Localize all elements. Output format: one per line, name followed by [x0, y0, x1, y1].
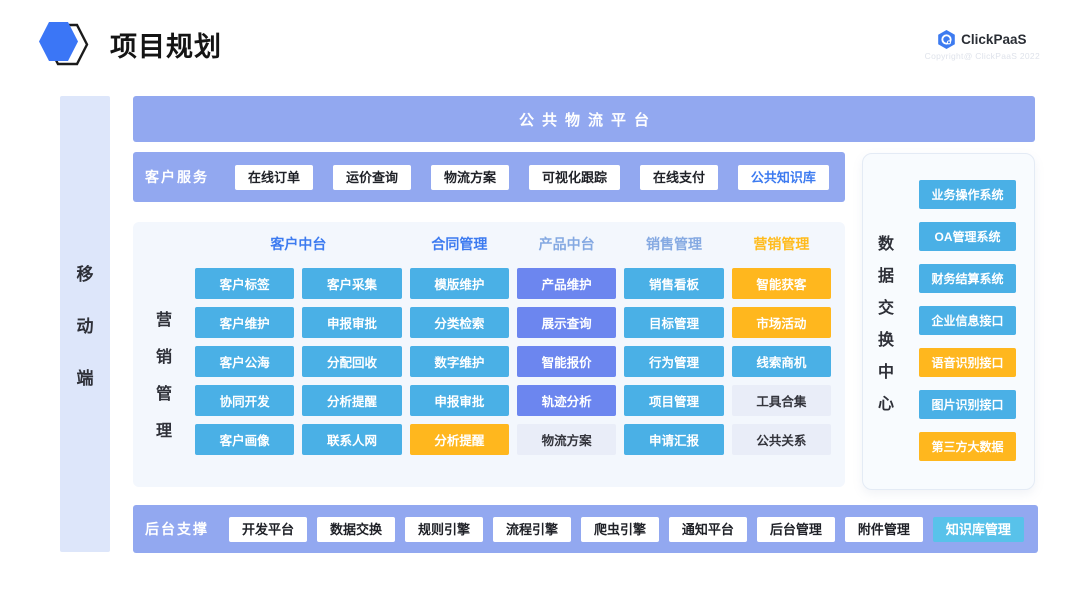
module-cell[interactable]: 客户画像 [195, 424, 294, 455]
matrix-column-header: 营销管理 [732, 234, 831, 254]
marketing-matrix-panel: 营销管理 客户中台合同管理产品中台销售管理营销管理 客户标签客户采集模版维护产品… [133, 222, 845, 487]
matrix-column-header: 产品中台 [517, 234, 616, 254]
backend-chip[interactable]: 爬虫引擎 [581, 517, 659, 542]
module-cell[interactable]: 线索商机 [732, 346, 831, 377]
backend-chip[interactable]: 附件管理 [845, 517, 923, 542]
matrix-grid: 客户标签客户采集模版维护产品维护销售看板智能获客客户维护申报审批分类检索展示查询… [195, 268, 831, 455]
backend-support-bar: 后台支撑 开发平台数据交换规则引擎流程引擎爬虫引擎通知平台后台管理附件管理知识库… [133, 505, 1038, 553]
customer-service-chip[interactable]: 在线订单 [235, 165, 313, 190]
page-title: 项目规划 [110, 25, 222, 64]
data-exchange-cell[interactable]: OA管理系统 [919, 222, 1016, 251]
module-cell[interactable]: 客户标签 [195, 268, 294, 299]
module-cell[interactable]: 物流方案 [517, 424, 616, 455]
page: 项目规划 ClickPaaS Copyright@ ClickPaaS 2022… [0, 0, 1080, 608]
brand-name: ClickPaaS [961, 32, 1026, 47]
banner-title: 公共物流平台 [511, 109, 657, 130]
brand-block: ClickPaaS Copyright@ ClickPaaS 2022 [925, 30, 1040, 61]
hexagon-logo-icon [36, 20, 90, 68]
module-cell[interactable]: 协同开发 [195, 385, 294, 416]
data-exchange-cell[interactable]: 第三方大数据 [919, 432, 1016, 461]
data-exchange-cell[interactable]: 财务结算系统 [919, 264, 1016, 293]
module-cell[interactable]: 联系人网 [302, 424, 401, 455]
module-cell[interactable]: 分析提醒 [302, 385, 401, 416]
backend-chip[interactable]: 流程引擎 [493, 517, 571, 542]
module-cell[interactable]: 客户维护 [195, 307, 294, 338]
app-title-block: 项目规划 [36, 20, 222, 68]
module-cell[interactable]: 客户公海 [195, 346, 294, 377]
customer-service-chip[interactable]: 运价查询 [333, 165, 411, 190]
module-cell[interactable]: 市场活动 [732, 307, 831, 338]
customer-service-bar: 客户服务 在线订单运价查询物流方案可视化跟踪在线支付公共知识库 [133, 152, 845, 202]
module-cell[interactable]: 分配回收 [302, 346, 401, 377]
brand-copyright: Copyright@ ClickPaaS 2022 [925, 51, 1040, 61]
data-exchange-cell[interactable]: 业务操作系统 [919, 180, 1016, 209]
module-cell[interactable]: 产品维护 [517, 268, 616, 299]
data-exchange-label: 数据交换中心 [878, 230, 894, 414]
marketing-side-label: 营销管理 [156, 306, 172, 441]
module-cell[interactable]: 公共关系 [732, 424, 831, 455]
module-cell[interactable]: 智能报价 [517, 346, 616, 377]
module-cell[interactable]: 分类检索 [410, 307, 509, 338]
mobile-side-label: 移动端 [77, 260, 94, 389]
customer-service-items: 在线订单运价查询物流方案可视化跟踪在线支付公共知识库 [235, 165, 829, 190]
banner-title-bar: 公共物流平台 [133, 96, 1035, 142]
customer-service-chip[interactable]: 在线支付 [640, 165, 718, 190]
customer-service-chip[interactable]: 可视化跟踪 [529, 165, 620, 190]
module-cell[interactable]: 客户采集 [302, 268, 401, 299]
customer-service-chip[interactable]: 公共知识库 [738, 165, 829, 190]
matrix-headers: 客户中台合同管理产品中台销售管理营销管理 [195, 234, 831, 254]
backend-support-items: 开发平台数据交换规则引擎流程引擎爬虫引擎通知平台后台管理附件管理知识库管理 [229, 517, 1024, 542]
module-cell[interactable]: 申请汇报 [624, 424, 723, 455]
backend-chip[interactable]: 数据交换 [317, 517, 395, 542]
data-exchange-items: 业务操作系统 OA管理系统财务结算系统企业信息接口语音识别接口图片识别接口第三方大… [919, 180, 1016, 461]
data-exchange-panel: 数据交换中心 业务操作系统 OA管理系统财务结算系统企业信息接口语音识别接口图片识… [862, 153, 1035, 490]
matrix-column-header: 销售管理 [624, 234, 723, 254]
module-cell[interactable]: 销售看板 [624, 268, 723, 299]
backend-chip[interactable]: 开发平台 [229, 517, 307, 542]
backend-chip[interactable]: 知识库管理 [933, 517, 1024, 542]
module-cell[interactable]: 分析提醒 [410, 424, 509, 455]
customer-service-chip[interactable]: 物流方案 [431, 165, 509, 190]
backend-support-label: 后台支撑 [145, 519, 209, 539]
module-cell[interactable]: 项目管理 [624, 385, 723, 416]
module-cell[interactable]: 数字维护 [410, 346, 509, 377]
module-cell[interactable]: 智能获客 [732, 268, 831, 299]
mobile-side-bar: 移动端 [60, 96, 110, 552]
module-cell[interactable]: 行为管理 [624, 346, 723, 377]
matrix-column-header: 合同管理 [410, 234, 509, 254]
module-cell[interactable]: 工具合集 [732, 385, 831, 416]
clickpaas-hexagon-icon [938, 30, 955, 49]
backend-chip[interactable]: 规则引擎 [405, 517, 483, 542]
data-exchange-cell[interactable]: 语音识别接口 [919, 348, 1016, 377]
data-exchange-label-wrap: 数据交换中心 [878, 230, 894, 414]
data-exchange-cell[interactable]: 企业信息接口 [919, 306, 1016, 335]
backend-chip[interactable]: 通知平台 [669, 517, 747, 542]
module-cell[interactable]: 展示查询 [517, 307, 616, 338]
module-cell[interactable]: 申报审批 [410, 385, 509, 416]
customer-service-label: 客户服务 [145, 167, 209, 187]
backend-chip[interactable]: 后台管理 [757, 517, 835, 542]
marketing-side-label-wrap: 营销管理 [156, 306, 172, 441]
data-exchange-cell[interactable]: 图片识别接口 [919, 390, 1016, 419]
module-cell[interactable]: 轨迹分析 [517, 385, 616, 416]
module-cell[interactable]: 申报审批 [302, 307, 401, 338]
matrix-column-header: 客户中台 [195, 234, 402, 254]
module-cell[interactable]: 模版维护 [410, 268, 509, 299]
module-cell[interactable]: 目标管理 [624, 307, 723, 338]
